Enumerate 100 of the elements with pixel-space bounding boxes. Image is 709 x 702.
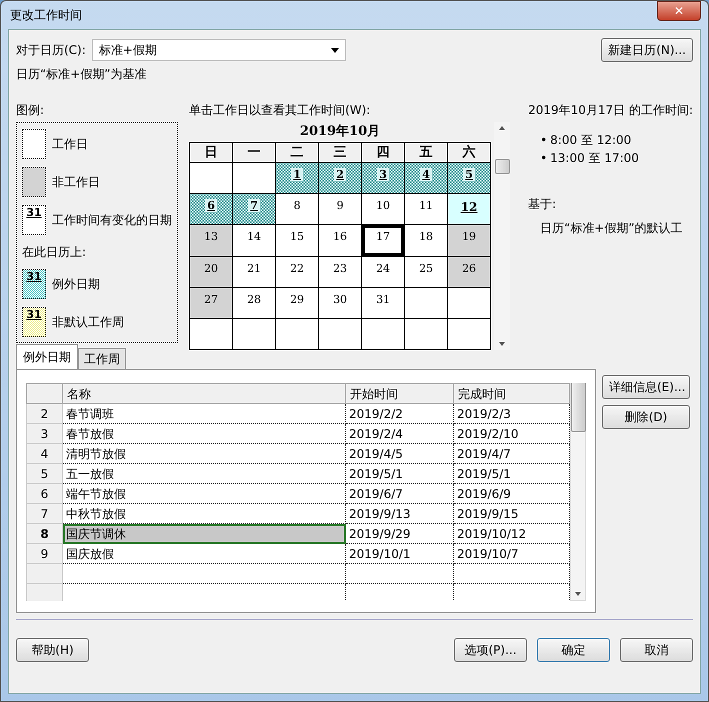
calendar-day[interactable]: 22 bbox=[276, 256, 319, 288]
scroll-down-icon[interactable] bbox=[575, 592, 581, 596]
calendar-cell bbox=[404, 288, 448, 318]
row-number: 7 bbox=[26, 504, 62, 524]
row-number: 3 bbox=[26, 424, 62, 444]
calendar-day[interactable]: 9 bbox=[318, 194, 362, 224]
calendar-cell bbox=[404, 318, 448, 350]
calendar-day[interactable]: 19 bbox=[448, 224, 491, 256]
bullet-text: • bbox=[540, 150, 548, 167]
calendar-scrollbar[interactable] bbox=[494, 122, 510, 350]
weekday-header: 日 bbox=[190, 142, 233, 162]
calendar-day[interactable]: 2 bbox=[318, 162, 362, 194]
base-note: 日历“标准+假期”为基准 bbox=[16, 66, 148, 83]
row-number: 6 bbox=[26, 484, 62, 504]
calendar-day[interactable]: 26 bbox=[448, 256, 491, 288]
scroll-down-icon[interactable] bbox=[499, 342, 506, 346]
calendar-dropdown[interactable]: 标准+假期 bbox=[92, 39, 346, 61]
weekday-header: 四 bbox=[362, 142, 405, 162]
calendar-day[interactable]: 17 bbox=[362, 225, 404, 256]
options-button[interactable]: 选项(P)... bbox=[454, 638, 527, 662]
calendar-day[interactable]: 31 bbox=[362, 288, 405, 318]
based-on-label: 基于: bbox=[528, 196, 558, 213]
calendar-day[interactable]: 18 bbox=[404, 224, 448, 256]
legend-swatch bbox=[22, 167, 46, 197]
dropdown-value: 标准+假期 bbox=[98, 42, 157, 59]
calendar-day[interactable]: 13 bbox=[190, 224, 233, 256]
calendar-cell bbox=[448, 288, 491, 318]
scroll-thumb[interactable] bbox=[570, 383, 586, 432]
table-scrollbar[interactable] bbox=[570, 383, 586, 601]
table-cell[interactable]: 春节放假 bbox=[62, 424, 346, 444]
table-cell[interactable]: 清明节放假 bbox=[62, 444, 346, 464]
details-button[interactable]: 详细信息(E)... bbox=[602, 375, 690, 399]
calendar-cell bbox=[276, 318, 319, 350]
calendar-day[interactable]: 24 bbox=[362, 256, 405, 288]
scroll-up-icon[interactable] bbox=[499, 126, 506, 130]
table-cell[interactable]: 国庆节调休 bbox=[62, 524, 346, 544]
weekday-header: 五 bbox=[404, 142, 448, 162]
table-cell[interactable]: 春节调班 bbox=[62, 404, 346, 424]
calendar-hint: 单击工作日以查看其工作时间(W): bbox=[189, 102, 372, 119]
table-cell[interactable]: 端午节放假 bbox=[62, 484, 346, 504]
legend-subtitle: 在此日历上: bbox=[22, 244, 88, 261]
table-cell[interactable]: 五一放假 bbox=[62, 464, 346, 484]
row-number: 9 bbox=[26, 544, 62, 564]
calendar-day[interactable]: 8 bbox=[276, 194, 319, 224]
calendar-day[interactable]: 29 bbox=[276, 288, 319, 318]
table-cell: 2019/10/1 bbox=[346, 544, 454, 564]
time-range: 13:00 至 17:00 bbox=[550, 150, 639, 167]
calendar-day[interactable]: 11 bbox=[404, 194, 448, 224]
calendar-day[interactable]: 20 bbox=[190, 256, 233, 288]
calendar-day[interactable]: 27 bbox=[190, 288, 233, 318]
calendar-day[interactable]: 3 bbox=[362, 162, 405, 194]
calendar-cell bbox=[232, 162, 276, 194]
calendar-day[interactable]: 4 bbox=[404, 162, 448, 194]
scroll-thumb[interactable] bbox=[494, 158, 510, 174]
calendar-day[interactable]: 6 bbox=[190, 194, 233, 224]
calendar-day[interactable]: 14 bbox=[232, 224, 276, 256]
calendar-day[interactable]: 30 bbox=[318, 288, 362, 318]
time-range: 8:00 至 12:00 bbox=[550, 132, 632, 149]
calendar-day[interactable]: 15 bbox=[276, 224, 319, 256]
table-cell: 2019/4/5 bbox=[346, 444, 454, 464]
header-cell bbox=[26, 384, 62, 404]
delete-button[interactable]: 删除(D) bbox=[602, 405, 690, 429]
column-header[interactable]: 名称 bbox=[62, 384, 346, 404]
calendar-day[interactable]: 5 bbox=[448, 162, 491, 194]
weekday-header: 二 bbox=[276, 142, 319, 162]
legend-label: 工作日 bbox=[52, 136, 88, 153]
weekday-header: 三 bbox=[318, 142, 362, 162]
tab[interactable]: 工作周 bbox=[78, 348, 126, 369]
tab[interactable]: 例外日期 bbox=[16, 344, 78, 369]
calendar-cell bbox=[232, 318, 276, 350]
table-cell: 2019/5/1 bbox=[346, 464, 454, 484]
new-calendar-button[interactable]: 新建日历(N)... bbox=[601, 38, 693, 62]
calendar-day[interactable]: 16 bbox=[318, 224, 362, 256]
row-number: 5 bbox=[26, 464, 62, 484]
based-on-text: 日历“标准+假期”的默认工 bbox=[540, 220, 684, 237]
column-header[interactable]: 完成时间 bbox=[454, 384, 570, 404]
weekday-header: 六 bbox=[448, 142, 491, 162]
calendar-day[interactable]: 7 bbox=[232, 194, 276, 224]
ok-button[interactable]: 确定 bbox=[537, 638, 610, 662]
window-title: 更改工作时间 bbox=[9, 7, 82, 24]
column-header[interactable]: 开始时间 bbox=[346, 384, 454, 404]
table-cell: 2019/2/4 bbox=[346, 424, 454, 444]
calendar-cell bbox=[190, 318, 233, 350]
calendar-cell bbox=[190, 162, 233, 194]
table-cell[interactable]: 国庆放假 bbox=[62, 544, 346, 564]
legend-label: 工作时间有变化的日期 bbox=[52, 212, 172, 229]
table-cell: 2019/2/2 bbox=[346, 404, 454, 424]
cancel-button[interactable]: 取消 bbox=[620, 638, 693, 662]
calendar-day[interactable]: 25 bbox=[404, 256, 448, 288]
calendar-day[interactable]: 21 bbox=[232, 256, 276, 288]
calendar-day[interactable]: 12 bbox=[448, 194, 491, 224]
calendar-day[interactable]: 1 bbox=[276, 162, 319, 194]
calendar-day[interactable]: 10 bbox=[362, 194, 405, 224]
calendar-cell bbox=[318, 318, 362, 350]
legend-swatch: 31 bbox=[22, 269, 46, 299]
legend-swatch bbox=[22, 129, 46, 159]
calendar-day[interactable]: 23 bbox=[318, 256, 362, 288]
help-button[interactable]: 帮助(H) bbox=[16, 638, 89, 662]
row-number: 4 bbox=[26, 444, 62, 464]
calendar-day[interactable]: 28 bbox=[232, 288, 276, 318]
